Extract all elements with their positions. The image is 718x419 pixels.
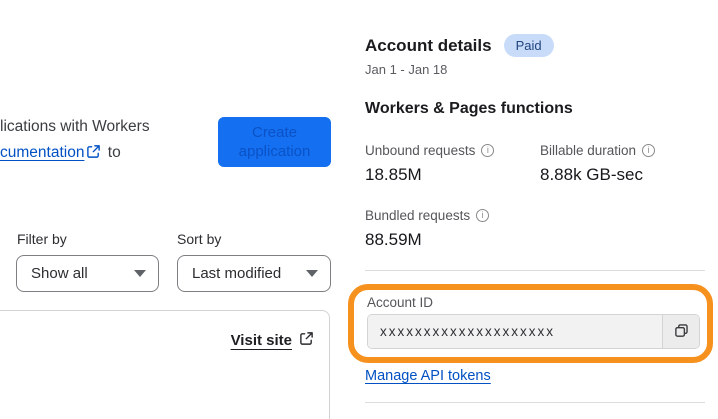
documentation-link[interactable]: cumentation (0, 144, 84, 161)
panel-title: Account details (365, 35, 492, 55)
metric-label: Bundled requests (365, 208, 471, 223)
metric-value: 8.88k GB-sec (540, 165, 643, 184)
account-details-header: Account details Paid (365, 34, 554, 57)
metric-value: 88.59M (365, 230, 422, 249)
plan-badge: Paid (503, 34, 554, 57)
metric-label: Billable duration (540, 143, 637, 158)
external-link-icon (86, 142, 101, 168)
metrics-grid: Unbound requests i 18.85M Billable durat… (365, 143, 705, 250)
account-id-field (367, 314, 700, 349)
workers-pages-dashboard: lications with Workers cumentation to Cr… (0, 0, 718, 419)
metric-bundled-requests: Bundled requests i 88.59M (365, 208, 540, 250)
intro-text: lications with Workers cumentation to (0, 114, 220, 168)
intro-line1: lications with Workers (0, 118, 150, 135)
create-application-button[interactable]: Create application (218, 117, 331, 167)
copy-icon (673, 322, 690, 342)
filter-by-label: Filter by (17, 231, 67, 247)
date-range: Jan 1 - Jan 18 (365, 62, 448, 77)
metric-unbound-requests: Unbound requests i 18.85M (365, 143, 540, 185)
functions-section-title: Workers & Pages functions (365, 100, 573, 117)
intro-after-link: to (107, 144, 121, 161)
create-button-line1: Create (251, 124, 298, 141)
visit-site-link[interactable]: Visit site (231, 331, 314, 350)
project-card: Visit site (0, 310, 330, 419)
info-icon[interactable]: i (476, 209, 490, 222)
account-details-panel: Account details Paid Jan 1 - Jan 18 Work… (348, 0, 713, 419)
chevron-down-icon (134, 270, 146, 277)
sort-selected-value: Last modified (192, 265, 282, 282)
chevron-down-icon (306, 270, 318, 277)
filter-dropdown[interactable]: Show all (16, 255, 159, 292)
sort-dropdown[interactable]: Last modified (177, 255, 331, 292)
divider (365, 402, 705, 403)
divider (365, 270, 705, 271)
info-icon[interactable]: i (642, 144, 656, 157)
metric-value: 18.85M (365, 165, 422, 184)
create-button-line2: application (238, 143, 311, 160)
sort-by-label: Sort by (177, 231, 222, 247)
info-icon[interactable]: i (481, 144, 495, 157)
account-id-input[interactable] (368, 315, 662, 348)
manage-api-tokens-link[interactable]: Manage API tokens (365, 368, 491, 384)
filter-selected-value: Show all (31, 265, 88, 282)
metric-billable-duration: Billable duration i 8.88k GB-sec (540, 143, 705, 185)
visit-site-label: Visit site (230, 332, 292, 349)
copy-button[interactable] (662, 315, 699, 348)
metric-label: Unbound requests (365, 143, 476, 158)
external-link-icon (299, 331, 314, 350)
account-id-label: Account ID (367, 295, 434, 310)
